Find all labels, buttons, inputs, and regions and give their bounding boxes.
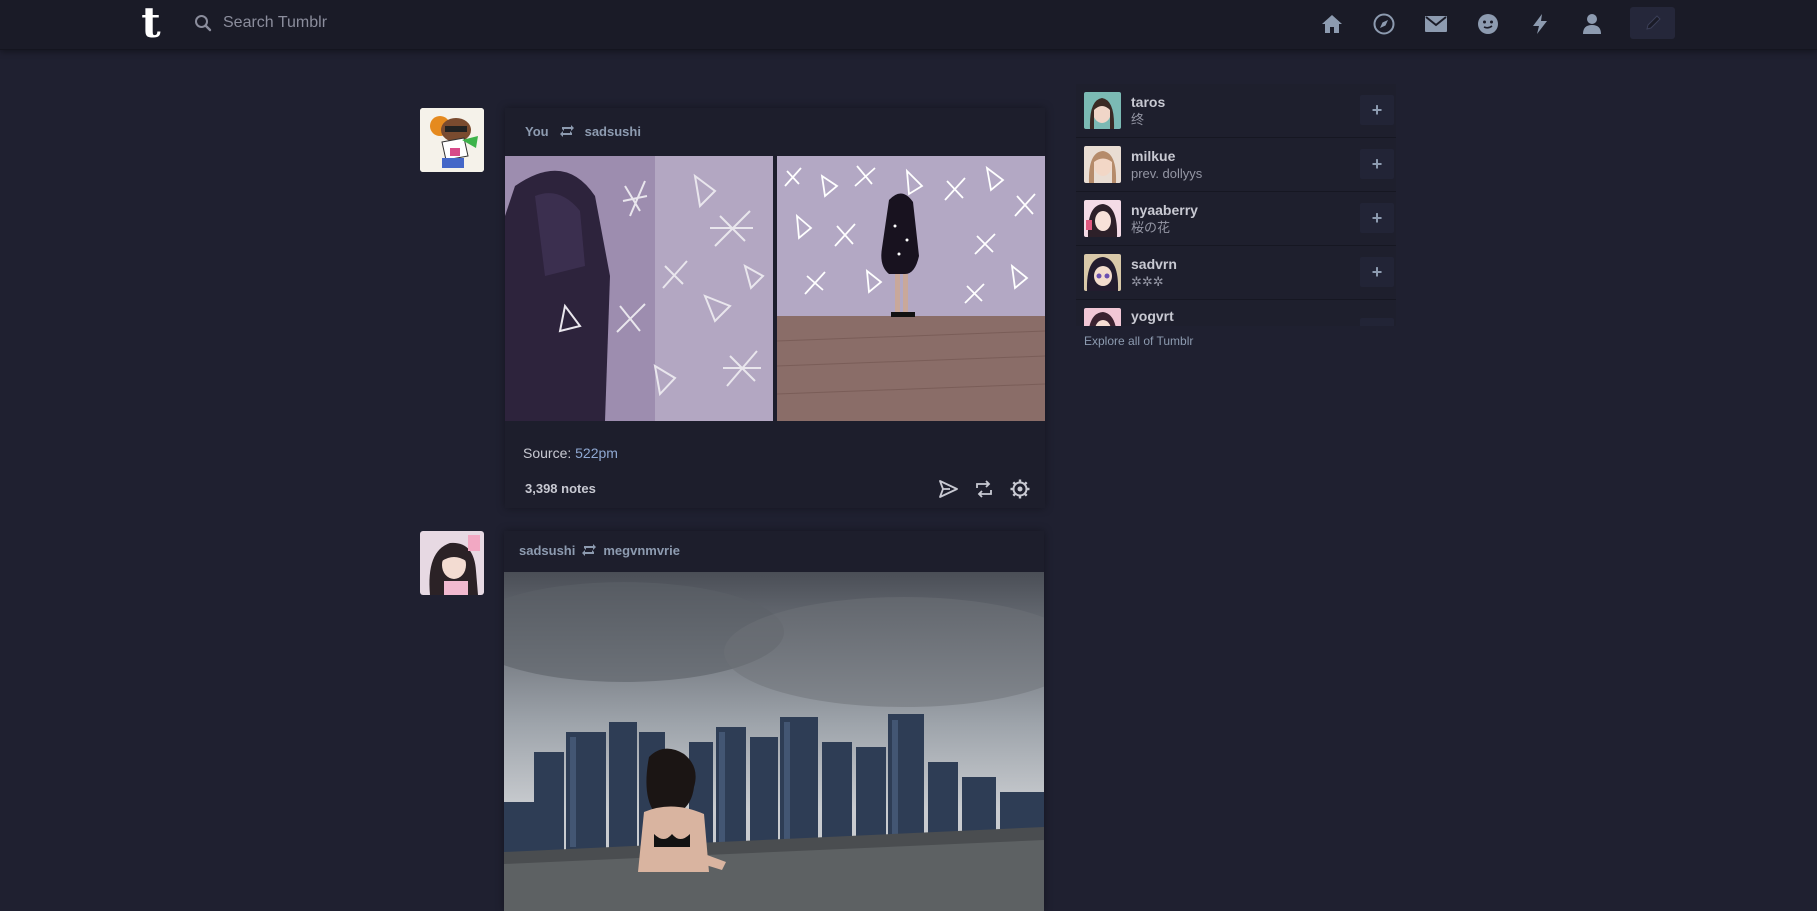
follow-button[interactable]: + [1360, 95, 1394, 125]
source-link[interactable]: 522pm [575, 445, 618, 461]
post-author[interactable]: sadsushi [519, 543, 575, 558]
photoset [505, 156, 1045, 421]
recommended-blog[interactable]: taros 终 + [1076, 84, 1396, 138]
post: sadsushi megvnmvrie [504, 531, 1044, 911]
reblog-icon [581, 543, 597, 557]
blog-name[interactable]: nyaaberry [1131, 202, 1396, 219]
settings-icon[interactable] [1007, 476, 1033, 502]
reblog-button[interactable] [971, 476, 997, 502]
search-box[interactable] [193, 8, 633, 38]
follow-button[interactable]: + [1360, 257, 1394, 287]
recommended-blog[interactable]: nyaaberry 桜の花 + [1076, 192, 1396, 246]
search-input[interactable] [221, 13, 621, 33]
blog-title: 终 [1131, 111, 1145, 127]
follow-button[interactable]: + [1360, 149, 1394, 179]
photo[interactable] [777, 156, 1045, 421]
avatar[interactable] [420, 531, 484, 595]
post-actions [925, 476, 1033, 502]
account-icon[interactable] [1576, 8, 1608, 40]
avatar[interactable] [1084, 92, 1121, 129]
home-icon[interactable] [1316, 8, 1348, 40]
blog-name[interactable]: milkue [1131, 148, 1396, 165]
recommended-blog[interactable]: sadvrn ✲✲✲ + [1076, 246, 1396, 300]
blog-title: 桜の花 [1131, 219, 1171, 235]
recommended-blog-text: nyaaberry 桜の花 [1131, 202, 1396, 236]
reblog-source[interactable]: megvnmvrie [603, 543, 680, 558]
blog-title: ✲✲✲ [1131, 273, 1164, 289]
blog-name[interactable]: yogvrt [1131, 308, 1396, 325]
post-author[interactable]: You [525, 124, 549, 139]
post: You sadsushi Source: 522pm 3,398 notes [505, 108, 1045, 508]
blog-name[interactable]: taros [1131, 94, 1396, 111]
messages-icon[interactable] [1472, 8, 1504, 40]
reblog-source[interactable]: sadsushi [585, 124, 641, 139]
pencil-icon [1645, 15, 1661, 30]
explore-link[interactable]: Explore all of Tumblr [1084, 334, 1396, 348]
search-icon [193, 13, 213, 33]
tumblr-logo[interactable]: t [133, 2, 169, 46]
top-bar: t [0, 0, 1817, 50]
source-line: Source: 522pm [523, 445, 618, 461]
avatar[interactable] [1084, 200, 1121, 237]
activity-icon[interactable] [1524, 8, 1556, 40]
reblog-icon [559, 124, 575, 138]
recommended-blog-text: sadvrn ✲✲✲ [1131, 256, 1396, 290]
recommended-blog-text: yogvrt [1131, 308, 1396, 325]
inbox-icon[interactable] [1420, 8, 1452, 40]
explore-icon[interactable] [1368, 8, 1400, 40]
avatar[interactable] [1084, 146, 1121, 183]
avatar[interactable] [420, 108, 484, 172]
compose-button[interactable] [1630, 7, 1675, 39]
avatar[interactable] [1084, 254, 1121, 291]
blog-title: prev. dollyys [1131, 165, 1203, 181]
recommended-blog-text: taros 终 [1131, 94, 1396, 128]
recommended-blog-clipped: yogvrt + [1076, 300, 1396, 326]
post-header: You sadsushi [525, 122, 651, 140]
recommended-blog[interactable]: yogvrt + [1076, 300, 1396, 326]
notes-count[interactable]: 3,398 notes [525, 481, 596, 496]
follow-button[interactable]: + [1360, 203, 1394, 233]
recommended-blog-text: milkue prev. dollyys [1131, 148, 1396, 182]
source-label: Source: [523, 445, 572, 461]
share-icon[interactable] [935, 476, 961, 502]
recommended-blogs: taros 终 + milkue prev. dollyys + nyaaber… [1076, 84, 1396, 348]
nav-icons [1316, 8, 1628, 40]
avatar[interactable] [1084, 308, 1121, 326]
photo[interactable] [504, 572, 1044, 911]
blog-name[interactable]: sadvrn [1131, 256, 1396, 273]
post-header: sadsushi megvnmvrie [519, 541, 690, 559]
photo[interactable] [505, 156, 773, 421]
follow-button[interactable]: + [1360, 318, 1394, 326]
recommended-blog[interactable]: milkue prev. dollyys + [1076, 138, 1396, 192]
